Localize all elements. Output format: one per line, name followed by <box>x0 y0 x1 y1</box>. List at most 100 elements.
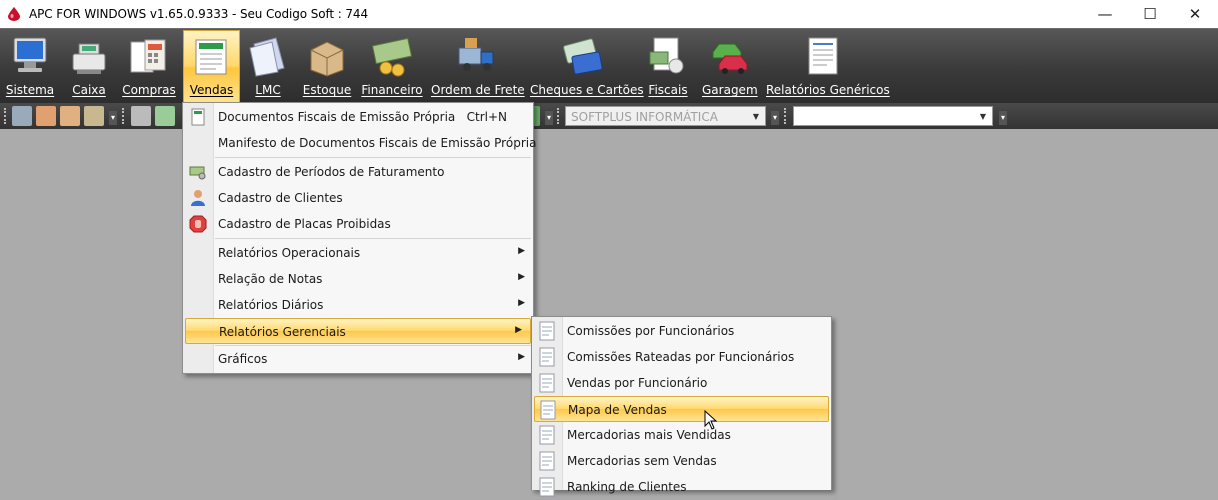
menu-item-label: Mapa de Vendas <box>568 403 667 417</box>
ribbon-label: Caixa <box>72 83 106 97</box>
submenu-arrow-icon: ▶ <box>518 246 525 256</box>
menu-item-relatorios-gerenciais[interactable]: Relatórios Gerenciais ▶ <box>185 318 531 344</box>
ribbon-estoque[interactable]: Estoque <box>302 31 352 101</box>
ribbon-lmc[interactable]: LMC <box>246 31 290 101</box>
toolbar-grip[interactable] <box>122 108 128 124</box>
toolbar-dropdown-icon[interactable]: ▾ <box>999 111 1007 125</box>
menu-item-periodos-faturamento[interactable]: Cadastro de Períodos de Faturamento <box>183 159 533 185</box>
app-drop-icon <box>8 7 20 21</box>
report-icon <box>539 425 555 445</box>
report-icon <box>539 347 555 367</box>
title-bar: APC FOR WINDOWS v1.65.0.9333 - Seu Codig… <box>0 0 1218 28</box>
minimize-button[interactable]: — <box>1082 0 1128 28</box>
menu-item-mapa-de-vendas[interactable]: Mapa de Vendas <box>534 396 829 422</box>
ribbon-label: LMC <box>255 83 281 97</box>
toolbar-dropdown-icon[interactable]: ▾ <box>545 111 553 125</box>
user-tool-icon[interactable] <box>36 106 56 126</box>
ribbon-label: Cheques e Cartões <box>530 83 644 97</box>
ribbon-cheques-e-cartoes[interactable]: Cheques e Cartões <box>530 31 644 101</box>
menu-separator <box>215 157 531 158</box>
ribbon-label: Ordem de Frete <box>431 83 525 97</box>
maximize-button[interactable]: ☐ <box>1127 0 1173 28</box>
close-button[interactable]: ✕ <box>1172 0 1218 28</box>
ribbon-compras[interactable]: Compras <box>122 31 176 101</box>
printer-icon[interactable] <box>131 106 151 126</box>
submenu-arrow-icon: ▶ <box>518 298 525 308</box>
ribbon-label: Fiscais <box>648 83 688 97</box>
submenu-arrow-icon: ▶ <box>518 352 525 362</box>
menu-item-label: Relatórios Diários <box>218 298 324 312</box>
menu-item-relatorios-diarios[interactable]: Relatórios Diários ▶ <box>183 292 533 318</box>
menu-item-label: Vendas por Funcionário <box>567 376 708 390</box>
ribbon-label: Compras <box>122 83 176 97</box>
monitor-icon <box>13 37 47 72</box>
menu-item-label: Comissões Rateadas por Funcionários <box>567 350 795 364</box>
menu-item-comissoes-rateadas[interactable]: Comissões Rateadas por Funcionários <box>532 344 831 370</box>
money-icon <box>371 37 413 77</box>
menu-item-documentos-fiscais[interactable]: Documentos Fiscais de Emissão Própria Ct… <box>183 104 533 130</box>
ribbon-financeiro[interactable]: Financeiro <box>361 31 423 101</box>
menu-item-label: Mercadorias sem Vendas <box>567 454 717 468</box>
toolbar-grip[interactable] <box>557 108 563 124</box>
menu-item-mercadorias-mais-vendidas[interactable]: Mercadorias mais Vendidas <box>532 422 831 448</box>
ribbon-label: Relatórios Genéricos <box>766 83 890 97</box>
ribbon-sistema[interactable]: Sistema <box>4 31 56 101</box>
menu-item-shortcut: Ctrl+N <box>466 110 507 124</box>
menu-item-graficos[interactable]: Gráficos ▶ <box>183 346 533 372</box>
ribbon-garagem[interactable]: Garagem <box>702 31 758 101</box>
toolbar-grip[interactable] <box>4 108 10 124</box>
calculator-icon <box>130 39 166 73</box>
cards-icon <box>563 38 603 75</box>
company-combo-value: SOFTPLUS INFORMÁTICA <box>571 110 718 124</box>
company-combo[interactable]: SOFTPLUS INFORMÁTICA ▼ <box>565 106 766 126</box>
report-icon <box>539 373 555 393</box>
ribbon-ordem-de-frete[interactable]: Ordem de Frete <box>431 31 525 101</box>
cash-register-icon <box>72 43 106 74</box>
chevron-down-icon: ▼ <box>979 112 986 121</box>
tax-icon <box>649 37 684 74</box>
toolbar-dropdown-icon[interactable]: ▾ <box>771 111 779 125</box>
ribbon-relatorios-genericos[interactable]: Relatórios Genéricos <box>766 31 890 101</box>
users-tool-icon[interactable] <box>60 106 80 126</box>
menu-item-mercadorias-sem-vendas[interactable]: Mercadorias sem Vendas <box>532 448 831 474</box>
report-icon <box>540 400 556 420</box>
truck-icon <box>458 38 494 71</box>
money-icon <box>189 166 206 180</box>
menu-item-comissoes-funcionarios[interactable]: Comissões por Funcionários <box>532 318 831 344</box>
submenu-arrow-icon: ▶ <box>515 325 522 335</box>
menu-item-relatorios-operacionais[interactable]: Relatórios Operacionais ▶ <box>183 240 533 266</box>
toolbar-grip[interactable] <box>784 108 790 124</box>
screen-tool-icon[interactable] <box>12 106 32 126</box>
secondary-combo[interactable]: ▼ <box>793 106 993 126</box>
ribbon-label: Garagem <box>702 83 758 97</box>
vendas-menu: Documentos Fiscais de Emissão Própria Ct… <box>182 102 537 374</box>
menu-item-label: Manifesto de Documentos Fiscais de Emiss… <box>218 136 537 150</box>
menu-item-label: Cadastro de Placas Proibidas <box>218 217 391 231</box>
menu-item-manifesto[interactable]: Manifesto de Documentos Fiscais de Emiss… <box>183 130 537 156</box>
menu-item-placas-proibidas[interactable]: Cadastro de Placas Proibidas <box>183 211 533 237</box>
menu-item-cadastro-clientes[interactable]: Cadastro de Clientes <box>183 185 533 211</box>
ribbon-vendas[interactable]: Vendas <box>183 30 240 103</box>
menu-item-vendas-funcionario[interactable]: Vendas por Funcionário <box>532 370 831 396</box>
menu-item-relacao-notas[interactable]: Relação de Notas ▶ <box>183 266 533 292</box>
toolbar-dropdown-icon[interactable]: ▾ <box>109 111 117 125</box>
invoice-icon <box>195 39 226 75</box>
menu-separator <box>215 238 531 239</box>
submenu-arrow-icon: ▶ <box>518 272 525 282</box>
chevron-down-icon: ▼ <box>752 112 759 121</box>
ribbon-caixa[interactable]: Caixa <box>66 31 112 101</box>
invoice-icon <box>191 108 205 126</box>
menu-item-label: Ranking de Clientes <box>567 480 687 494</box>
ribbon-label: Estoque <box>302 83 352 97</box>
cars-icon <box>712 43 748 74</box>
report-icon <box>539 477 555 497</box>
ribbon-fiscais[interactable]: Fiscais <box>646 31 690 101</box>
menu-item-label: Relatórios Gerenciais <box>219 325 346 339</box>
report-icon <box>539 321 555 341</box>
menu-item-label: Relação de Notas <box>218 272 323 286</box>
money-tool-icon[interactable] <box>155 106 175 126</box>
menu-item-label: Gráficos <box>218 352 268 366</box>
stop-hand-icon <box>189 215 207 233</box>
tools-icon[interactable] <box>84 106 104 126</box>
menu-item-ranking-clientes[interactable]: Ranking de Clientes <box>532 474 831 500</box>
